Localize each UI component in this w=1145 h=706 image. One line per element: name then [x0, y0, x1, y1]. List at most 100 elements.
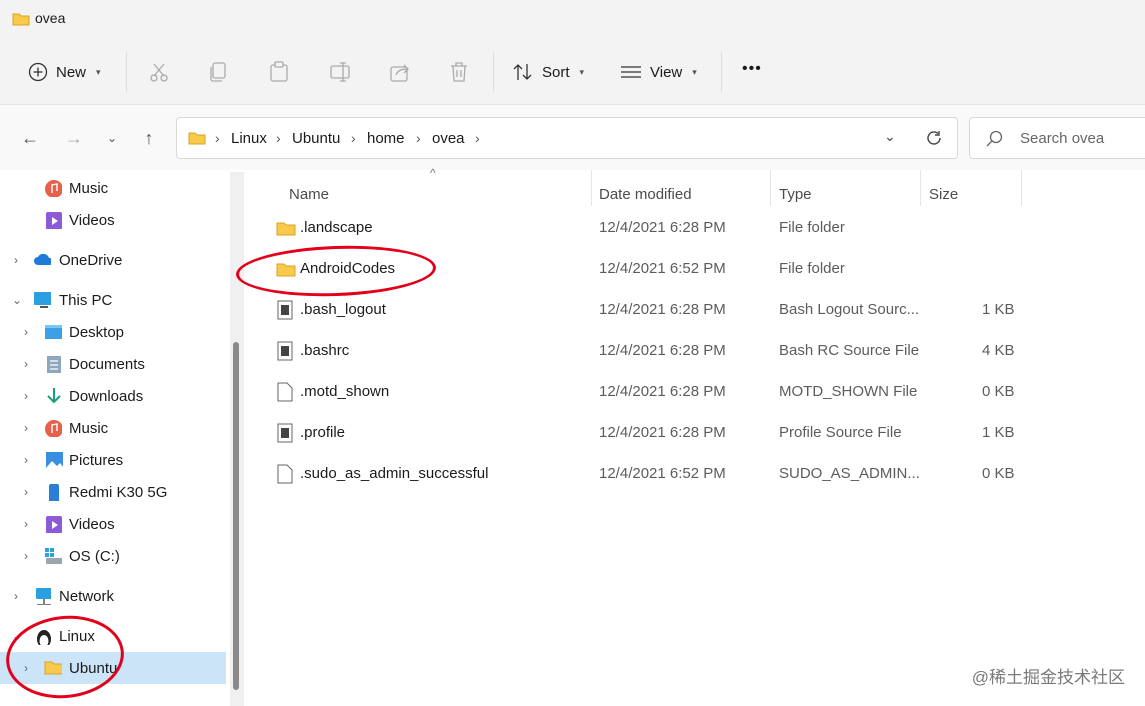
downloads-icon — [46, 388, 62, 405]
file-size: 1 KB — [982, 301, 1015, 318]
file-date: 12/4/2021 6:28 PM — [599, 383, 726, 400]
sidebar-item-label: Videos — [69, 211, 115, 229]
breadcrumb-home[interactable]: home — [367, 130, 405, 147]
sidebar-item-label: Network — [59, 587, 115, 605]
sidebar-item-label: Videos — [69, 515, 115, 533]
chevron-down-icon: ▾ — [692, 66, 697, 77]
table-row[interactable]: .motd_shown 12/4/2021 6:28 PM MOTD_SHOWN… — [246, 374, 1145, 410]
text-file-icon — [277, 300, 293, 320]
sidebar-item-label: This PC — [59, 291, 113, 309]
file-name: .profile — [300, 424, 346, 441]
sidebar-item-documents[interactable]: › Documents — [0, 348, 226, 380]
sidebar-scrollbar-thumb[interactable] — [233, 342, 239, 690]
breadcrumb-linux[interactable]: Linux — [231, 130, 267, 147]
file-size: 4 KB — [982, 342, 1015, 359]
copy-icon[interactable] — [209, 61, 229, 83]
search-icon — [986, 130, 1003, 147]
file-date: 12/4/2021 6:52 PM — [599, 465, 726, 482]
column-header-name[interactable]: Name — [289, 178, 329, 210]
share-icon[interactable] — [389, 61, 411, 83]
chevron-right-icon[interactable]: › — [24, 325, 28, 339]
file-name: .sudo_as_admin_successful — [300, 465, 489, 482]
chevron-right-icon[interactable]: › — [24, 389, 28, 403]
sidebar-item-videos[interactable]: Videos — [0, 204, 226, 236]
column-header-type[interactable]: Type — [779, 178, 812, 210]
search-box[interactable]: Search ovea — [969, 117, 1145, 159]
column-divider[interactable] — [770, 170, 771, 206]
chevron-right-icon[interactable]: › — [24, 549, 28, 563]
refresh-icon[interactable] — [925, 129, 943, 147]
sidebar-item-music[interactable]: Music — [0, 172, 226, 204]
blank-file-icon — [277, 382, 293, 402]
sidebar-item-videos[interactable]: › Videos — [0, 508, 226, 540]
file-type: File folder — [779, 260, 845, 277]
column-divider[interactable] — [920, 170, 921, 206]
table-row[interactable]: .profile 12/4/2021 6:28 PM Profile Sourc… — [246, 415, 1145, 451]
sidebar-item-this-pc[interactable]: ⌄ This PC — [0, 284, 226, 316]
sidebar-item-downloads[interactable]: › Downloads — [0, 380, 226, 412]
sort-label: Sort — [542, 63, 570, 81]
breadcrumb-chevron-icon: › — [475, 130, 480, 146]
address-bar[interactable]: › Linux › Ubuntu › home › ovea › ⌄ — [176, 117, 958, 159]
plus-circle-icon — [28, 62, 48, 82]
sidebar-item-os-c[interactable]: › OS (C:) — [0, 540, 226, 572]
folder-icon — [276, 222, 296, 236]
sidebar-item-onedrive[interactable]: › OneDrive — [0, 244, 226, 276]
forward-arrow-icon[interactable]: → — [60, 124, 88, 152]
text-file-icon — [277, 423, 293, 443]
folder-icon — [12, 13, 30, 26]
sidebar-item-desktop[interactable]: › Desktop — [0, 316, 226, 348]
sidebar-item-redmi-k30-5g[interactable]: › Redmi K30 5G — [0, 476, 226, 508]
drive-icon — [45, 548, 62, 564]
sidebar-item-label: Documents — [69, 355, 145, 373]
sort-button[interactable]: Sort ▾ — [512, 54, 584, 90]
table-row[interactable]: .sudo_as_admin_successful 12/4/2021 6:52… — [246, 456, 1145, 492]
chevron-right-icon[interactable]: › — [24, 453, 28, 467]
file-date: 12/4/2021 6:28 PM — [599, 219, 726, 236]
file-size: 1 KB — [982, 424, 1015, 441]
file-size: 0 KB — [982, 383, 1015, 400]
chevron-right-icon[interactable]: › — [24, 357, 28, 371]
sidebar-item-label: Desktop — [69, 323, 125, 341]
table-row[interactable]: .bash_logout 12/4/2021 6:28 PM Bash Logo… — [246, 292, 1145, 328]
sidebar-item-network[interactable]: › Network — [0, 580, 226, 612]
address-dropdown-chevron-icon[interactable]: ⌄ — [884, 128, 896, 145]
file-date: 12/4/2021 6:52 PM — [599, 260, 726, 277]
chevron-right-icon[interactable]: › — [14, 253, 18, 267]
cut-icon[interactable] — [149, 62, 169, 82]
column-divider[interactable] — [591, 170, 592, 206]
recent-locations-chevron-icon[interactable]: ⌄ — [98, 124, 126, 152]
sidebar-item-label: Downloads — [69, 387, 144, 405]
view-button[interactable]: View ▾ — [620, 54, 697, 90]
column-divider[interactable] — [1021, 170, 1022, 206]
up-arrow-icon[interactable]: ↑ — [135, 124, 163, 152]
delete-icon[interactable] — [449, 61, 469, 83]
more-options-button[interactable]: ••• — [742, 60, 762, 78]
chevron-down-icon[interactable]: ⌄ — [12, 293, 22, 307]
breadcrumb-chevron-icon: › — [351, 130, 356, 146]
sidebar-item-music[interactable]: › Music — [0, 412, 226, 444]
column-header-size[interactable]: Size — [929, 178, 958, 210]
sort-ascending-indicator-icon: ^ — [430, 166, 436, 180]
file-size: 0 KB — [982, 465, 1015, 482]
rename-icon[interactable] — [329, 61, 351, 83]
table-row[interactable]: .landscape 12/4/2021 6:28 PM File folder — [246, 210, 1145, 246]
new-button[interactable]: New ▾ — [28, 54, 101, 90]
table-row[interactable]: .bashrc 12/4/2021 6:28 PM Bash RC Source… — [246, 333, 1145, 369]
breadcrumb-ubuntu[interactable]: Ubuntu — [292, 130, 340, 147]
chevron-right-icon[interactable]: › — [24, 421, 28, 435]
network-icon — [36, 588, 51, 605]
chevron-right-icon[interactable]: › — [14, 589, 18, 603]
back-arrow-icon[interactable]: ← — [16, 124, 44, 152]
breadcrumb-ovea[interactable]: ovea — [432, 130, 465, 147]
navigation-bar: ← → ⌄ ↑ › Linux › Ubuntu › home › ovea ›… — [0, 104, 1145, 171]
new-label: New — [56, 63, 87, 81]
sidebar-item-pictures[interactable]: › Pictures — [0, 444, 226, 476]
paste-icon[interactable] — [269, 61, 289, 83]
chevron-right-icon[interactable]: › — [24, 517, 28, 531]
column-header-date-modified[interactable]: Date modified — [599, 178, 692, 210]
text-file-icon — [277, 341, 293, 361]
sidebar-item-label: Redmi K30 5G — [69, 483, 168, 501]
blank-file-icon — [277, 464, 293, 484]
chevron-right-icon[interactable]: › — [24, 485, 28, 499]
